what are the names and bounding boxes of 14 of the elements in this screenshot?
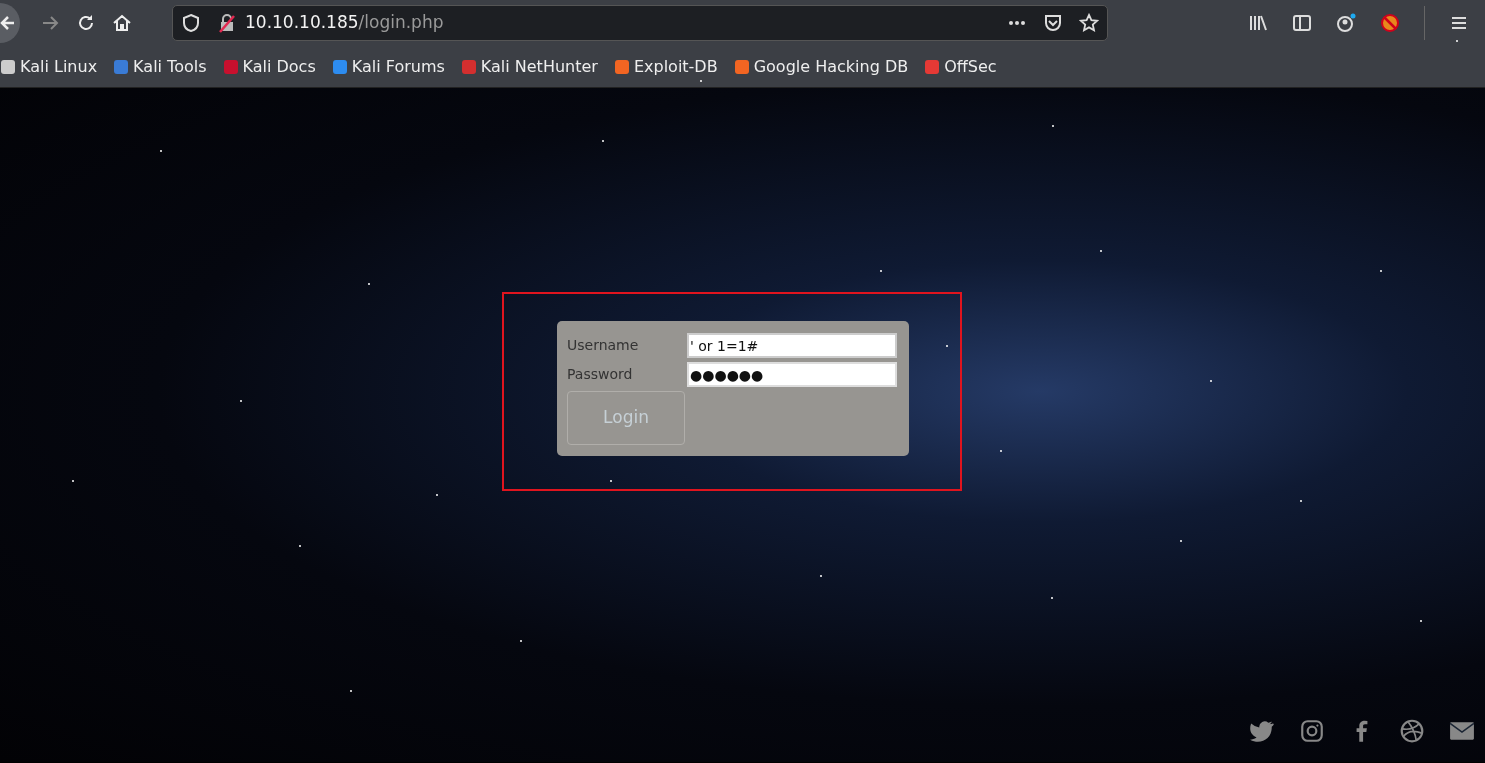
- address-bar[interactable]: 10.10.10.185/login.php: [172, 5, 1108, 41]
- bookmark-link[interactable]: Kali Tools: [113, 54, 207, 79]
- bookmark-link[interactable]: Kali Docs: [222, 54, 316, 79]
- bookmark-link[interactable]: Kali Forums: [331, 54, 445, 79]
- url-text: 10.10.10.185/login.php: [245, 11, 444, 35]
- bookmark-link[interactable]: OffSec: [924, 54, 997, 79]
- bookmark-link[interactable]: Kali Linux: [0, 54, 98, 79]
- bookmark-link[interactable]: Exploit-DB: [613, 54, 718, 79]
- input-field[interactable]: ' or 1=1#: [687, 333, 897, 358]
- field-label: Password: [567, 365, 634, 384]
- bookmark-link[interactable]: Kali NetHunter: [460, 54, 598, 79]
- input-field[interactable]: ●●●●●●: [687, 362, 897, 387]
- bookmark-link[interactable]: Google Hacking DB: [733, 54, 909, 79]
- field-label: Username: [567, 336, 640, 355]
